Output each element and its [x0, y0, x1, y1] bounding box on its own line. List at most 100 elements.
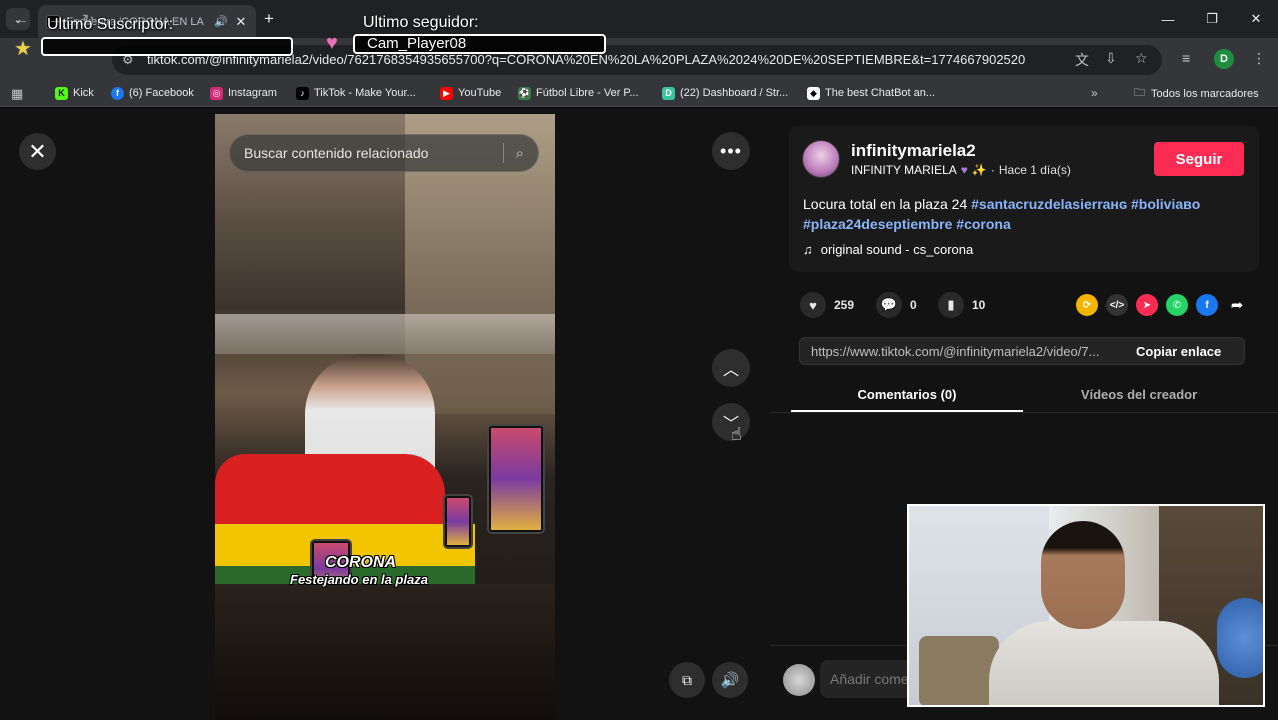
back-icon[interactable]: ←	[14, 11, 29, 28]
kick-icon: K	[55, 86, 68, 100]
description-text: Locura total en la plaza 24	[803, 196, 972, 212]
comment-bubble-icon[interactable]: 💬	[876, 292, 902, 318]
instagram-icon: ◎	[210, 86, 223, 100]
bookmark-tiktok[interactable]: ♪ TikTok - Make Your...	[296, 84, 416, 102]
bookmark-dashboard[interactable]: D (22) Dashboard / Str...	[662, 84, 788, 102]
bookmark-futbol[interactable]: ⚽ Fútbol Libre - Ver P...	[518, 84, 639, 102]
share-arrow-icon[interactable]: ➦	[1226, 294, 1248, 316]
follower-label: Ultimo seguidor:	[363, 14, 479, 31]
bookmarks-overflow-icon[interactable]: »	[1091, 86, 1098, 100]
author-avatar[interactable]	[802, 140, 840, 178]
bookmark-star-icon[interactable]: ☆	[1135, 50, 1148, 67]
hashtag-link[interactable]: #plaza24deseptiembre	[803, 216, 952, 232]
tab-comments[interactable]: Comentarios (0)	[791, 380, 1023, 412]
previous-video-button[interactable]: ︿	[712, 349, 750, 387]
bookmark-youtube[interactable]: ▶ YouTube	[440, 84, 501, 102]
webcam-fan	[1217, 598, 1263, 678]
profile-avatar[interactable]: D	[1214, 49, 1234, 69]
phone-image	[487, 424, 545, 534]
webcam-person-head	[1041, 521, 1125, 629]
volume-button[interactable]: 🔊	[712, 662, 748, 698]
music-note-icon: ♫	[803, 242, 813, 257]
send-icon[interactable]: ➤	[1136, 294, 1158, 316]
minimize-icon[interactable]: —	[1146, 0, 1190, 38]
flag-red-band	[215, 454, 445, 534]
chatbot-icon: ◆	[807, 86, 820, 100]
post-time: Hace 1 día(s)	[998, 163, 1071, 177]
webcam-couch	[919, 636, 999, 705]
close-window-icon[interactable]: ✕	[1234, 0, 1278, 38]
window-controls: — ❐ ✕	[1146, 0, 1278, 38]
youtube-icon: ▶	[440, 86, 453, 100]
follower-box: Cam_Player08	[353, 34, 606, 54]
video-crowd	[215, 584, 555, 720]
folder-label: Todos los marcadores	[1151, 87, 1259, 100]
restore-icon[interactable]: ❐	[1190, 0, 1234, 38]
media-controls-icon[interactable]: ≡	[1182, 50, 1190, 66]
comment-count: 0	[910, 298, 917, 312]
bookmark-label: (6) Facebook	[129, 87, 194, 99]
bookmark-label: The best ChatBot an...	[825, 87, 936, 99]
heart-icon[interactable]: ♥	[800, 292, 826, 318]
follow-button[interactable]: Seguir	[1154, 142, 1244, 176]
share-link-text[interactable]: https://www.tiktok.com/@infinitymariela2…	[800, 344, 1120, 359]
floating-player-button[interactable]: ⧉	[669, 662, 705, 698]
video-player[interactable]: CORONA Festejando en la plaza	[215, 114, 555, 720]
hashtag-link[interactable]: #santacruzdelasierraнɢ	[971, 196, 1127, 212]
sound-link[interactable]: ♫ original sound - cs_corona	[803, 242, 973, 257]
copy-link-button[interactable]: Copiar enlace	[1120, 344, 1221, 359]
related-search-input[interactable]: Buscar contenido relacionado ⌕	[229, 134, 539, 172]
video-caption-title: CORONA	[325, 554, 397, 571]
facebook-icon: f	[111, 86, 124, 100]
search-placeholder: Buscar contenido relacionado	[244, 145, 429, 161]
like-stat[interactable]: ♥ 259	[800, 292, 854, 318]
purple-heart-icon: ♥	[960, 163, 968, 177]
hashtag-link[interactable]: #corona	[956, 216, 1010, 232]
bookmark-label: (22) Dashboard / Str...	[680, 87, 789, 99]
meta-separator: ·	[990, 163, 995, 177]
hashtag-link[interactable]: #boliviaвo	[1131, 196, 1200, 212]
whatsapp-icon[interactable]: ✆	[1166, 294, 1188, 316]
heart-overlay-icon: ♥	[326, 32, 338, 54]
bookmark-label: TikTok - Make Your...	[314, 87, 416, 99]
comment-input[interactable]: Añadir comentario...	[820, 660, 920, 698]
video-caption-subtitle: Festejando en la plaza	[290, 572, 428, 587]
author-username[interactable]: infinitymariela2	[851, 141, 976, 161]
comment-stat[interactable]: 💬 0	[876, 292, 917, 318]
apps-grid-icon[interactable]: ▦	[11, 86, 23, 102]
post-description: Locura total en la plaza 24 #santacruzde…	[803, 194, 1243, 234]
video-balcony	[215, 314, 555, 354]
hand-cursor-icon: ☝	[731, 424, 742, 444]
bookmark-chatbot[interactable]: ◆ The best ChatBot an...	[807, 84, 935, 102]
close-video-button[interactable]: ✕	[19, 133, 56, 170]
like-count: 259	[834, 298, 855, 312]
dashboard-icon: D	[662, 86, 675, 100]
facebook-share-icon[interactable]: f	[1196, 294, 1218, 316]
embed-icon[interactable]: </>	[1106, 294, 1128, 316]
author-nickname: INFINITY MARIELA	[851, 163, 957, 177]
all-bookmarks-folder[interactable]: 🗀 Todos los marcadores	[1134, 84, 1259, 103]
bookmark-label: YouTube	[458, 87, 502, 99]
bookmark-kick[interactable]: K Kick	[55, 84, 94, 102]
more-options-button[interactable]: •••	[712, 132, 750, 170]
save-stat[interactable]: ▮ 10	[938, 292, 985, 318]
bookmark-label: Kick	[73, 87, 94, 99]
repost-icon[interactable]: ⟳	[1076, 294, 1098, 316]
share-link-box: https://www.tiktok.com/@infinitymariela2…	[799, 337, 1245, 365]
new-tab-button[interactable]: +	[264, 9, 274, 29]
translate-icon[interactable]: 文	[1075, 50, 1089, 70]
bookmark-icon[interactable]: ▮	[938, 292, 964, 318]
subscriber-label: Ultimo Suscriptor:	[47, 16, 174, 33]
speaker-icon[interactable]: 🔊	[214, 15, 228, 28]
install-app-icon[interactable]: ⇩	[1105, 50, 1117, 67]
tab-creator-videos[interactable]: Vídeos del creador	[1023, 380, 1255, 412]
folder-icon: 🗀	[1134, 87, 1145, 99]
search-icon[interactable]: ⌕	[516, 145, 524, 162]
menu-icon[interactable]: ⋮	[1252, 50, 1266, 67]
tab-close-icon[interactable]: ✕	[234, 14, 248, 30]
author-meta: INFINITY MARIELA ♥ ✨ · Hace 1 día(s)	[851, 163, 1071, 177]
save-count: 10	[972, 298, 986, 312]
bookmark-facebook[interactable]: f (6) Facebook	[111, 84, 194, 102]
sparkles-icon: ✨	[971, 163, 987, 177]
bookmark-instagram[interactable]: ◎ Instagram	[210, 84, 277, 102]
